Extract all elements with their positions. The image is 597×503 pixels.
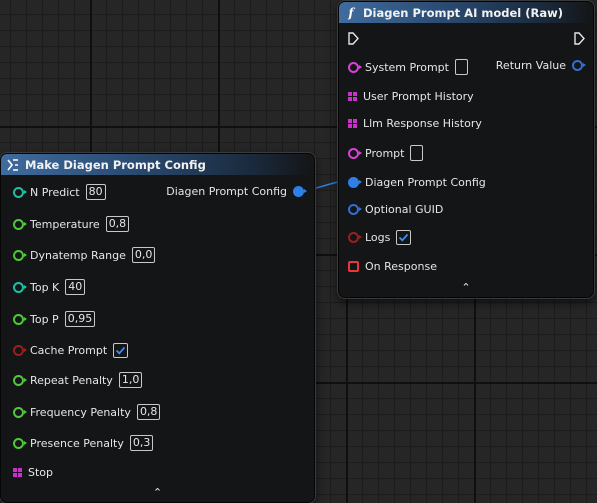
system-prompt-input[interactable] [454,59,468,75]
input-pin-prompt[interactable]: Prompt [348,144,424,162]
input-pin-repeat-penalty[interactable]: Repeat Penalty 1,0 [13,371,143,389]
pin-label: Frequency Penalty [30,405,131,419]
pin-label: Optional GUID [365,202,444,216]
repeat-penalty-input[interactable]: 1,0 [118,372,143,388]
pin-label: Presence Penalty [30,436,124,450]
function-icon: f [348,5,354,20]
float-pin-icon[interactable] [13,406,27,418]
pin-label: Top K [30,280,60,294]
pin-label: Cache Prompt [30,343,108,357]
input-pin-user-prompt-history[interactable]: User Prompt History [348,87,474,105]
checkmark-icon [116,346,126,355]
float-pin-icon[interactable] [13,218,27,230]
presence-penalty-input[interactable]: 0,3 [129,435,154,451]
float-pin-icon[interactable] [13,249,27,261]
frequency-penalty-input[interactable]: 0,8 [136,404,161,420]
logs-checkbox[interactable] [396,229,412,245]
cache-prompt-checkbox[interactable] [113,342,129,358]
exec-in-pin-icon[interactable] [348,32,359,45]
input-pin-temperature[interactable]: Temperature 0,8 [13,215,130,233]
prompt-input[interactable] [410,145,424,161]
float-pin-icon[interactable] [13,374,27,386]
string-pin-icon[interactable] [348,147,362,159]
node-header[interactable]: f Diagen Prompt AI model (Raw) [339,2,593,23]
struct-pin-icon[interactable] [572,59,586,71]
string-pin-icon[interactable] [348,61,362,73]
node-title: Diagen Prompt AI model (Raw) [363,5,563,20]
int-pin-icon[interactable] [13,281,27,293]
make-struct-icon [7,158,19,171]
pin-label: Temperature [30,217,100,231]
input-pin-presence-penalty[interactable]: Presence Penalty 0,3 [13,434,154,452]
input-pin-system-prompt[interactable]: System Prompt [348,58,468,76]
output-pin-diagen-prompt-config[interactable]: Diagen Prompt Config [166,182,307,200]
struct-pin-icon[interactable] [348,176,362,188]
output-pin-return-value[interactable]: Return Value [495,56,586,74]
pin-label: Dynatemp Range [30,248,126,262]
input-pin-cache-prompt[interactable]: Cache Prompt [13,341,129,359]
pin-label: Repeat Penalty [30,373,113,387]
guid-pin-icon[interactable] [348,203,362,215]
input-pin-llm-response-history[interactable]: Llm Response History [348,114,482,132]
delegate-pin-icon[interactable] [348,260,359,272]
input-pin-on-response[interactable]: On Response [348,257,437,275]
temperature-input[interactable]: 0,8 [105,216,130,232]
node-header[interactable]: Make Diagen Prompt Config [1,154,314,175]
collapse-chevron-icon[interactable]: ⌃ [339,281,593,294]
input-pin-stop[interactable]: Stop [13,463,53,481]
top-p-input[interactable]: 0,95 [64,311,96,327]
dynatemp-range-input[interactable]: 0,0 [131,247,156,263]
string-array-pin-icon[interactable] [348,118,357,128]
bool-pin-icon[interactable] [13,344,27,356]
n-predict-input[interactable]: 80 [85,184,106,200]
pin-label: Stop [28,465,54,479]
float-pin-icon[interactable] [13,313,27,325]
pin-label: On Response [365,259,437,273]
input-pin-n-predict[interactable]: N Predict 80 [13,183,106,201]
pin-label: Top P [30,312,59,326]
input-pin-frequency-penalty[interactable]: Frequency Penalty 0,8 [13,403,161,421]
float-pin-icon[interactable] [13,437,27,449]
int-pin-icon[interactable] [13,186,27,198]
top-k-input[interactable]: 40 [65,279,86,295]
input-pin-top-k[interactable]: Top K 40 [13,278,86,296]
pin-label: N Predict [30,185,80,199]
pin-label: User Prompt History [363,89,474,103]
collapse-chevron-icon[interactable]: ⌃ [1,486,314,499]
pin-label: Logs [365,230,391,244]
input-pin-optional-guid[interactable]: Optional GUID [348,200,443,218]
string-array-pin-icon[interactable] [348,91,357,101]
make-diagen-prompt-config-node[interactable]: Make Diagen Prompt Config Diagen Prompt … [0,153,315,503]
output-pin-label: Diagen Prompt Config [166,184,287,198]
node-title: Make Diagen Prompt Config [25,157,206,172]
pin-label: Llm Response History [363,116,482,130]
input-pin-logs[interactable]: Logs [348,228,412,246]
input-pin-diagen-prompt-config[interactable]: Diagen Prompt Config [348,173,486,191]
pin-label: System Prompt [365,60,449,74]
exec-out-pin-icon[interactable] [574,32,585,45]
diagen-prompt-ai-model-node[interactable]: f Diagen Prompt AI model (Raw) Return Va… [338,1,594,298]
pin-label: Diagen Prompt Config [365,175,486,189]
bool-pin-icon[interactable] [348,231,362,243]
checkmark-icon [399,233,409,242]
string-array-pin-icon[interactable] [13,467,22,477]
output-pin-label: Return Value [495,58,566,72]
input-pin-dynatemp-range[interactable]: Dynatemp Range 0,0 [13,246,156,264]
struct-pin-icon[interactable] [293,185,307,197]
input-pin-top-p[interactable]: Top P 0,95 [13,310,96,328]
pin-label: Prompt [365,146,405,160]
